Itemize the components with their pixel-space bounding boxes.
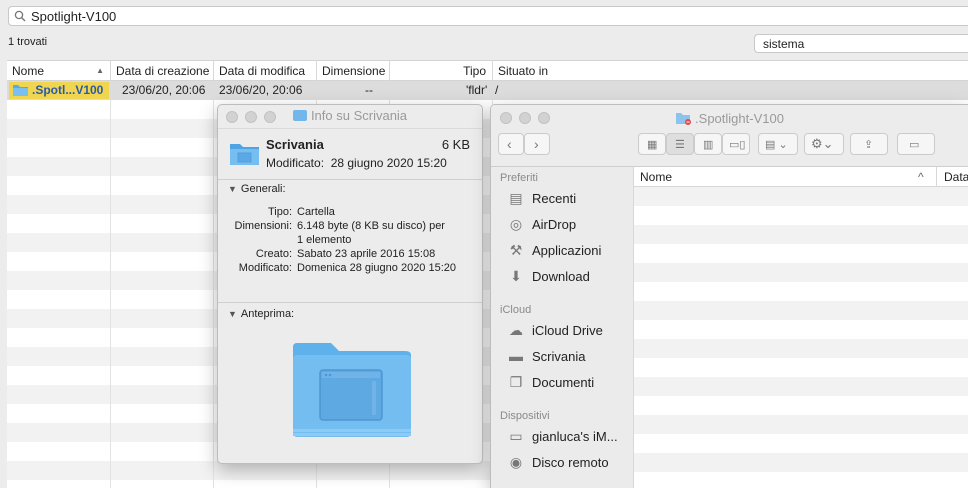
folder-icon: [292, 110, 307, 121]
tag-icon: ▭: [909, 139, 920, 151]
preview-section-toggle[interactable]: ▼ Anteprima:: [228, 308, 294, 320]
tag-button[interactable]: ▭: [897, 133, 935, 155]
column-view-button[interactable]: ▥: [694, 133, 722, 155]
sidebar-group-favorites: Preferiti: [500, 172, 538, 184]
search-field[interactable]: Spotlight-V100: [8, 6, 968, 26]
columns-icon: ▥: [703, 139, 714, 151]
chevron-left-icon: ‹: [507, 136, 512, 152]
finder-sidebar: Preferiti ▤ Recenti ◎ AirDrop ⚒ Applicazion…: [491, 167, 634, 488]
column-header-modified[interactable]: Data di modifica: [214, 61, 317, 81]
finder-file-list: Nome ^ Data: [634, 167, 968, 488]
desktop-folder-icon: [230, 144, 259, 165]
imac-icon: ▭: [509, 428, 523, 444]
info-window-title: Info su Scrivania: [218, 108, 482, 123]
folder-icon: [676, 113, 692, 125]
cloud-icon: ☁: [509, 322, 523, 338]
back-button[interactable]: ‹: [498, 133, 524, 155]
disc-icon: ◉: [509, 454, 523, 470]
item-modified: Modificato: 28 giugno 2020 15:20: [266, 156, 447, 170]
finder-title: .Spotlight-V100: [491, 111, 968, 126]
row-created: 23/06/20, 20:06: [122, 83, 206, 97]
gallery-view-button[interactable]: ▭▯: [722, 133, 750, 155]
clock-icon: ▤: [509, 190, 523, 206]
share-icon: ⇪: [864, 139, 874, 151]
general-section-toggle[interactable]: ▼ Generali:: [228, 183, 286, 195]
row-size: --: [365, 83, 373, 97]
column-header-location[interactable]: Situato in: [493, 61, 968, 81]
folder-icon: [13, 85, 28, 96]
table-row[interactable]: .Spotl...V100 23/06/20, 20:06 23/06/20, …: [7, 81, 968, 100]
finder-window: .Spotlight-V100 ‹ › ▦ ☰ ▥ ▭▯ ▤ ⌄ ⚙⌄ ⇪ ▭ …: [490, 104, 968, 488]
group-button[interactable]: ▤ ⌄: [758, 133, 798, 155]
desktop-icon: ▬: [509, 348, 523, 364]
gear-icon: ⚙⌄: [811, 136, 834, 151]
grid-icon: ▦: [647, 139, 658, 151]
finder-toolbar: .Spotlight-V100 ‹ › ▦ ☰ ▥ ▭▯ ▤ ⌄ ⚙⌄ ⇪ ▭: [491, 105, 968, 167]
toolbar: Spotlight-V100: [0, 0, 968, 32]
sort-ascending-icon: ▲: [96, 66, 104, 75]
share-button[interactable]: ⇪: [850, 133, 888, 155]
column-header-created[interactable]: Data di creazione: [111, 61, 214, 81]
column-header-name[interactable]: Nome ▲: [7, 61, 111, 81]
column-header-size[interactable]: Dimensione: [317, 61, 390, 81]
search-query[interactable]: Spotlight-V100: [31, 9, 116, 24]
row-location: /: [495, 83, 499, 97]
forward-button[interactable]: ›: [524, 133, 550, 155]
column-header-kind[interactable]: Tipo: [390, 61, 493, 81]
gallery-icon: ▭▯: [729, 139, 746, 151]
search-icon: [14, 10, 26, 22]
row-kind: 'fldr': [466, 83, 488, 97]
results-table-header: Nome ▲ Data di creazione Data di modific…: [7, 60, 968, 81]
documents-icon: ❐: [509, 374, 523, 390]
column-header-nome[interactable]: Nome: [640, 170, 672, 184]
chevron-right-icon: ›: [534, 136, 539, 152]
sort-ascending-icon: ^: [918, 170, 924, 184]
row-modified: 23/06/20, 20:06: [219, 83, 303, 97]
finder-list-header: Nome ^ Data: [634, 167, 968, 187]
info-window: Info su Scrivania Scrivania 6 KB Modific…: [217, 104, 483, 464]
disclosure-triangle-icon: ▼: [228, 184, 237, 194]
sidebar-group-icloud: iCloud: [500, 304, 532, 316]
folder-preview-icon: [293, 343, 411, 437]
icon-view-button[interactable]: ▦: [638, 133, 666, 155]
sidebar-group-devices: Dispositivi: [500, 410, 550, 422]
row-name: .Spotl...V100: [32, 83, 104, 97]
column-header-data[interactable]: Data: [944, 170, 968, 184]
group-icon: ▤ ⌄: [765, 139, 788, 151]
list-icon: ☰: [675, 139, 685, 151]
download-icon: ⬇: [510, 268, 522, 284]
results-count: 1 trovati: [8, 36, 48, 48]
action-button[interactable]: ⚙⌄: [804, 133, 844, 155]
item-size: 6 KB: [441, 137, 470, 152]
airdrop-icon: ◎: [509, 216, 523, 232]
scope-field[interactable]: sistema: [754, 34, 968, 53]
applications-icon: ⚒: [509, 242, 523, 258]
list-view-button[interactable]: ☰: [666, 133, 694, 155]
disclosure-triangle-icon: ▼: [228, 309, 237, 319]
item-name: Scrivania: [266, 137, 324, 152]
